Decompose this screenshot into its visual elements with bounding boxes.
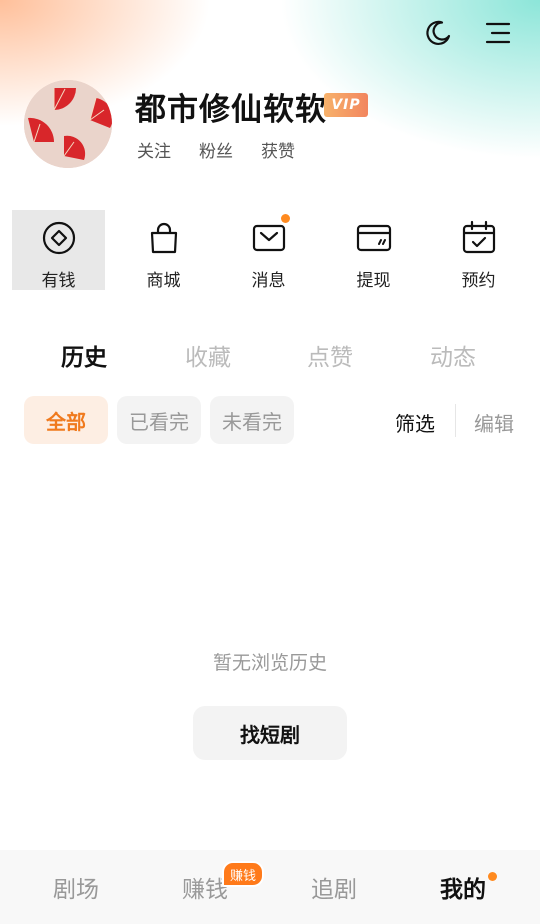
menu-button[interactable] bbox=[481, 16, 515, 50]
quick-action-label: 商城 bbox=[146, 271, 181, 291]
likes-stat[interactable]: 获赞 bbox=[261, 137, 295, 162]
nav-mine[interactable]: 我的 bbox=[440, 870, 486, 904]
fan-pattern-avatar-image bbox=[24, 80, 112, 168]
tab-history[interactable]: 历史 bbox=[61, 338, 107, 372]
quick-action-label: 有钱 bbox=[41, 271, 76, 291]
dark-mode-toggle[interactable] bbox=[421, 16, 455, 50]
quick-action-money[interactable]: 有钱 bbox=[12, 210, 105, 291]
quick-action-withdraw[interactable]: 提现 bbox=[327, 210, 420, 291]
quick-action-messages[interactable]: 消息 bbox=[222, 210, 315, 291]
vip-badge[interactable]: VIP bbox=[324, 93, 368, 117]
following-stat[interactable]: 关注 bbox=[137, 137, 171, 162]
coin-icon bbox=[40, 219, 78, 257]
calendar-check-icon bbox=[460, 219, 498, 257]
username: 都市修仙软软 bbox=[135, 92, 327, 128]
avatar[interactable] bbox=[24, 80, 112, 168]
nav-theater[interactable]: 剧场 bbox=[53, 870, 99, 904]
earn-badge: 赚钱 bbox=[222, 861, 265, 887]
tab-likes[interactable]: 点赞 bbox=[307, 338, 353, 372]
quick-action-label: 提现 bbox=[356, 271, 391, 291]
filter-button[interactable]: 筛选 bbox=[395, 408, 435, 437]
chip-unwatched[interactable]: 未看完 bbox=[210, 396, 294, 444]
tab-favorites[interactable]: 收藏 bbox=[185, 338, 231, 372]
tab-activity[interactable]: 动态 bbox=[430, 338, 476, 372]
moon-icon bbox=[426, 20, 451, 45]
quick-action-reservation[interactable]: 预约 bbox=[432, 210, 525, 291]
envelope-icon bbox=[250, 214, 290, 257]
wallet-icon bbox=[355, 219, 393, 257]
chip-watched[interactable]: 已看完 bbox=[117, 396, 201, 444]
chip-all[interactable]: 全部 bbox=[24, 396, 108, 444]
divider bbox=[455, 404, 456, 437]
menu-icon bbox=[485, 22, 511, 44]
quick-action-label: 消息 bbox=[251, 271, 286, 291]
nav-following[interactable]: 追剧 bbox=[311, 870, 357, 904]
edit-button[interactable]: 编辑 bbox=[474, 408, 514, 437]
empty-state-message: 暂无浏览历史 bbox=[212, 652, 327, 674]
quick-action-mall[interactable]: 商城 bbox=[117, 210, 210, 291]
followers-stat[interactable]: 粉丝 bbox=[199, 137, 233, 162]
notification-dot bbox=[488, 872, 497, 881]
unread-dot bbox=[280, 214, 290, 223]
quick-action-label: 预约 bbox=[461, 271, 496, 291]
shopping-bag-icon bbox=[145, 219, 183, 257]
find-shows-button[interactable]: 找短剧 bbox=[193, 706, 347, 760]
